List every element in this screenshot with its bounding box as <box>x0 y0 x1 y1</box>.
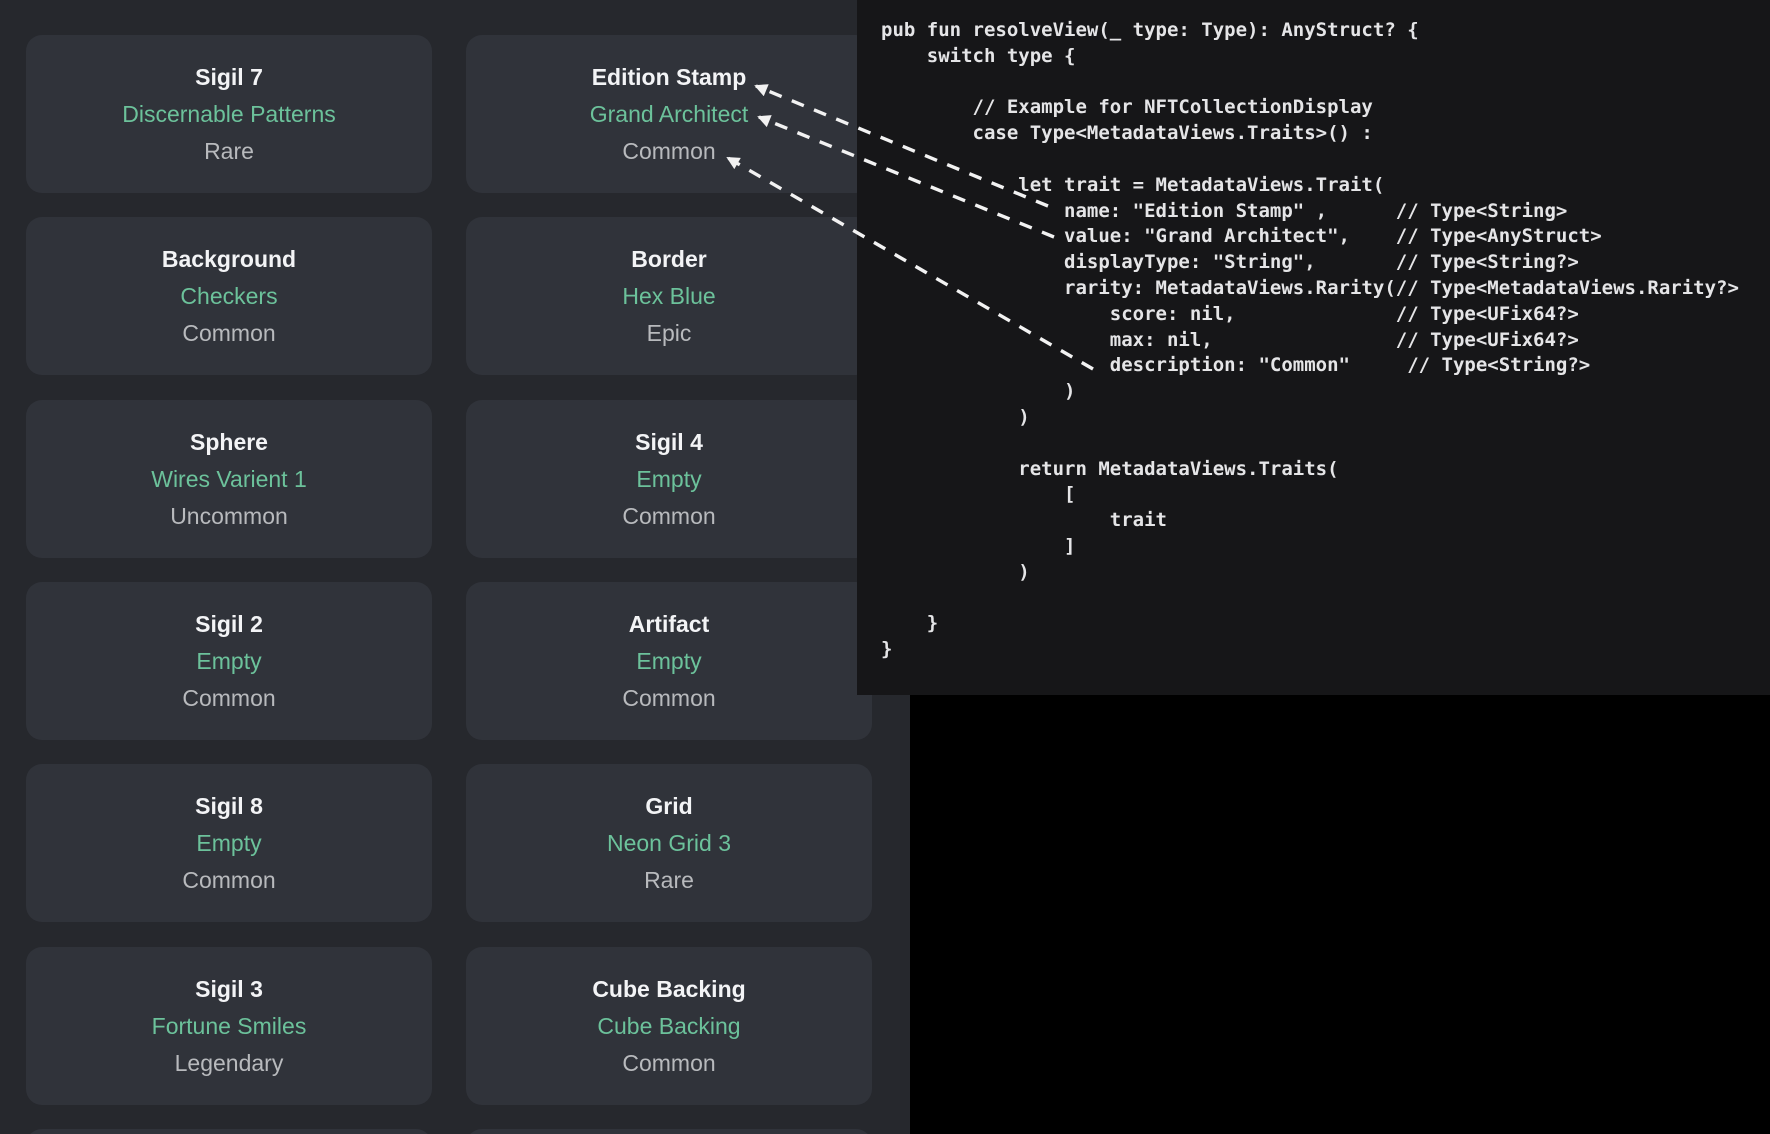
code-line: value: "Grand Architect", // Type<AnyStr… <box>881 224 1770 250</box>
trait-rarity: Common <box>622 133 715 170</box>
code-line: ) <box>881 405 1770 431</box>
trait-card-edition-stamp: Edition Stamp Grand Architect Common <box>466 35 872 193</box>
trait-value: Empty <box>196 825 261 862</box>
trait-rarity: Common <box>622 498 715 535</box>
trait-name: Grid <box>645 788 692 825</box>
trait-rarity: Rare <box>204 133 254 170</box>
code-line: let trait = MetadataViews.Trait( <box>881 173 1770 199</box>
trait-card-cube-backing: Cube Backing Cube Backing Common <box>466 947 872 1105</box>
code-line: score: nil, // Type<UFix64?> <box>881 302 1770 328</box>
code-line: ) <box>881 560 1770 586</box>
trait-value: Checkers <box>180 278 277 315</box>
code-line: trait <box>881 508 1770 534</box>
trait-name: Artifact <box>629 606 710 643</box>
code-line: pub fun resolveView(_ type: Type): AnySt… <box>881 18 1770 44</box>
code-line: max: nil, // Type<UFix64?> <box>881 328 1770 354</box>
code-line <box>881 70 1770 96</box>
code-line: rarity: MetadataViews.Rarity(// Type<Met… <box>881 276 1770 302</box>
trait-value: Wires Varient 1 <box>151 461 307 498</box>
trait-rarity: Uncommon <box>170 498 288 535</box>
code-line <box>881 147 1770 173</box>
code-line <box>881 586 1770 612</box>
code-line: ) <box>881 379 1770 405</box>
traits-panel: Sigil 7 Discernable Patterns Rare Editio… <box>0 0 910 1134</box>
trait-card-partial-left <box>26 1129 432 1134</box>
trait-rarity: Epic <box>647 315 692 352</box>
trait-name: Background <box>162 241 296 278</box>
trait-name: Sphere <box>190 424 268 461</box>
trait-value: Cube Backing <box>597 1008 740 1045</box>
trait-card-sigil-8: Sigil 8 Empty Common <box>26 764 432 922</box>
trait-value: Empty <box>196 643 261 680</box>
code-line: } <box>881 637 1770 663</box>
trait-name: Sigil 7 <box>195 59 263 96</box>
trait-name: Sigil 4 <box>635 424 703 461</box>
trait-rarity: Common <box>182 315 275 352</box>
trait-rarity: Rare <box>644 862 694 899</box>
trait-rarity: Common <box>182 862 275 899</box>
trait-name: Sigil 8 <box>195 788 263 825</box>
trait-card-artifact: Artifact Empty Common <box>466 582 872 740</box>
code-line: // Example for NFTCollectionDisplay <box>881 95 1770 121</box>
trait-name: Edition Stamp <box>592 59 747 96</box>
trait-name: Sigil 2 <box>195 606 263 643</box>
trait-value: Discernable Patterns <box>122 96 336 133</box>
trait-value: Empty <box>636 643 701 680</box>
nft-trait-metadata-view: Sigil 7 Discernable Patterns Rare Editio… <box>0 0 1770 1134</box>
trait-rarity: Common <box>622 1045 715 1082</box>
trait-card-sigil-3: Sigil 3 Fortune Smiles Legendary <box>26 947 432 1105</box>
trait-card-sigil-4: Sigil 4 Empty Common <box>466 400 872 558</box>
trait-card-sigil-7: Sigil 7 Discernable Patterns Rare <box>26 35 432 193</box>
trait-name: Border <box>631 241 706 278</box>
trait-value: Neon Grid 3 <box>607 825 731 862</box>
trait-card-grid: Grid Neon Grid 3 Rare <box>466 764 872 922</box>
trait-card-background: Background Checkers Common <box>26 217 432 375</box>
trait-value: Grand Architect <box>590 96 749 133</box>
trait-value: Hex Blue <box>622 278 715 315</box>
code-line: description: "Common" // Type<String?> <box>881 353 1770 379</box>
trait-card-sphere: Sphere Wires Varient 1 Uncommon <box>26 400 432 558</box>
code-line: [ <box>881 482 1770 508</box>
trait-card-partial-right <box>466 1129 872 1134</box>
code-line: case Type<MetadataViews.Traits>() : <box>881 121 1770 147</box>
code-line: return MetadataViews.Traits( <box>881 457 1770 483</box>
trait-value: Empty <box>636 461 701 498</box>
trait-value: Fortune Smiles <box>152 1008 307 1045</box>
code-line: switch type { <box>881 44 1770 70</box>
code-line: name: "Edition Stamp" , // Type<String> <box>881 199 1770 225</box>
trait-card-sigil-2: Sigil 2 Empty Common <box>26 582 432 740</box>
trait-rarity: Common <box>182 680 275 717</box>
trait-name: Sigil 3 <box>195 971 263 1008</box>
trait-rarity: Legendary <box>175 1045 284 1082</box>
code-line: } <box>881 611 1770 637</box>
code-line <box>881 431 1770 457</box>
code-panel: pub fun resolveView(_ type: Type): AnySt… <box>857 0 1770 695</box>
trait-card-border: Border Hex Blue Epic <box>466 217 872 375</box>
code-line: ] <box>881 534 1770 560</box>
code-line: displayType: "String", // Type<String?> <box>881 250 1770 276</box>
trait-name: Cube Backing <box>592 971 745 1008</box>
trait-rarity: Common <box>622 680 715 717</box>
